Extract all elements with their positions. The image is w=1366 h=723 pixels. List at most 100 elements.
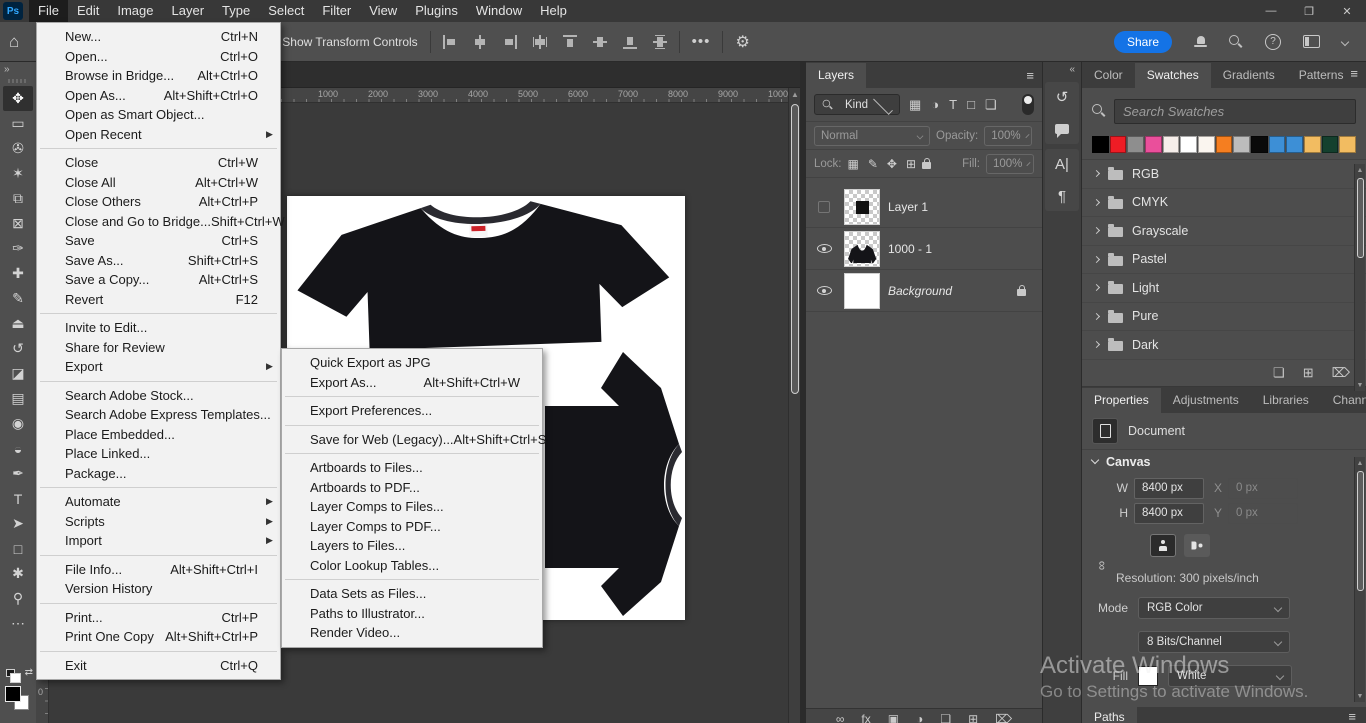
menu-item[interactable]: Share for Review — [37, 338, 280, 358]
menu-item[interactable] — [282, 449, 542, 458]
menu-item[interactable]: Close All Alt+Ctrl+W — [37, 173, 280, 193]
layers-footer-icon[interactable]: fx — [861, 712, 870, 723]
comments-panel-icon[interactable] — [1055, 119, 1069, 139]
layers-footer-icon[interactable]: ◑ — [916, 712, 923, 723]
layer-row[interactable]: 1000 - 1 — [806, 228, 1042, 270]
height-field[interactable]: 8400 px — [1134, 503, 1204, 524]
menu-item[interactable]: Save a Copy... Alt+Ctrl+S — [37, 270, 280, 290]
menu-item[interactable]: Search Adobe Express Templates... — [37, 405, 280, 425]
menubar-item[interactable]: Window — [467, 0, 531, 22]
menu-item[interactable]: Print... Ctrl+P — [37, 608, 280, 628]
search-icon[interactable] — [1229, 35, 1243, 49]
new-group-icon[interactable]: ❏ — [1273, 365, 1285, 381]
lock-pixels-icon[interactable]: ✎ — [868, 157, 878, 171]
menu-item[interactable]: Package... — [37, 464, 280, 484]
lasso-tool[interactable]: ✇ — [3, 136, 33, 161]
visibility-eye-icon[interactable] — [817, 244, 832, 253]
swatches-tab[interactable]: Gradients — [1211, 63, 1287, 88]
color-swatch[interactable] — [1163, 136, 1180, 153]
menu-item[interactable]: Exit Ctrl+Q — [37, 656, 280, 676]
new-swatch-icon[interactable]: ⊞ — [1303, 365, 1314, 381]
visibility-eye-icon[interactable] — [817, 286, 832, 295]
healing-brush-tool[interactable]: ✚ — [3, 261, 33, 286]
menubar-item[interactable]: Help — [531, 0, 576, 22]
menu-item[interactable]: Revert F12 — [37, 290, 280, 310]
align-right-icon[interactable] — [503, 35, 517, 49]
menu-item[interactable]: Search Adobe Stock... — [37, 386, 280, 406]
color-swatch[interactable] — [1180, 136, 1197, 153]
color-swatch[interactable] — [1145, 136, 1162, 153]
menu-item[interactable]: Quick Export as JPG — [282, 353, 542, 373]
color-swatch[interactable] — [1127, 136, 1144, 153]
chevron-right-icon[interactable] — [1093, 227, 1100, 234]
layer-thumbnail[interactable] — [844, 189, 880, 225]
move-tool[interactable]: ✥ — [3, 86, 33, 111]
color-swatch[interactable] — [1251, 136, 1268, 153]
chevron-right-icon[interactable] — [1093, 313, 1100, 320]
tab-layers[interactable]: Layers — [806, 63, 866, 88]
menu-item[interactable]: Close Ctrl+W — [37, 153, 280, 173]
layers-footer-icon[interactable]: ❏ — [940, 712, 951, 723]
menu-item[interactable]: Open... Ctrl+O — [37, 47, 280, 67]
show-transform-controls[interactable]: Show Transform Controls — [265, 35, 417, 49]
layers-footer-icon[interactable]: ⊞ — [968, 712, 978, 723]
layers-footer-icon[interactable]: ▣ — [888, 712, 899, 723]
menu-item[interactable]: Render Video... — [282, 623, 542, 643]
history-panel-icon[interactable]: ↺ — [1056, 87, 1069, 107]
layer-row[interactable]: Layer 1 — [806, 186, 1042, 228]
menu-item[interactable] — [37, 144, 280, 153]
chevron-down-icon[interactable] — [1341, 37, 1349, 45]
chevron-right-icon[interactable] — [1093, 256, 1100, 263]
color-swatch[interactable] — [1269, 136, 1286, 153]
menu-item[interactable]: Layer Comps to Files... — [282, 497, 542, 517]
menu-item[interactable]: Close and Go to Bridge... Shift+Ctrl+W — [37, 212, 280, 232]
menubar-item[interactable]: File — [29, 0, 68, 22]
panel-menu-icon[interactable]: ≡ — [1338, 707, 1366, 723]
menu-item[interactable]: Save Ctrl+S — [37, 231, 280, 251]
panel-menu-icon[interactable]: ≡ — [1342, 66, 1366, 86]
eyedropper-tool[interactable]: ✑ — [3, 236, 33, 261]
menu-item[interactable]: Export Preferences... — [282, 401, 542, 421]
menu-item[interactable]: Scripts ▶ — [37, 512, 280, 532]
menu-item[interactable]: Artboards to PDF... — [282, 478, 542, 498]
notifications-bell-icon[interactable] — [1194, 36, 1207, 48]
link-dimensions-icon[interactable]: ∞ — [1095, 561, 1110, 570]
gear-icon[interactable]: ⚙ — [735, 32, 749, 52]
menu-item[interactable]: Close Others Alt+Ctrl+P — [37, 192, 280, 212]
filter-pixel-icon[interactable]: ▦ — [909, 97, 921, 113]
menu-item[interactable] — [37, 647, 280, 656]
scrollbar-thumb[interactable] — [791, 104, 799, 394]
path-selection-tool[interactable]: ➤ — [3, 511, 33, 536]
menubar-item[interactable]: Image — [108, 0, 162, 22]
color-swatch[interactable] — [1233, 136, 1250, 153]
scroll-up-icon[interactable]: ▲ — [789, 88, 800, 101]
menubar-item[interactable]: Layer — [163, 0, 214, 22]
edit-toolbar[interactable]: ⋯ — [3, 611, 33, 636]
share-button[interactable]: Share — [1114, 31, 1172, 53]
pen-tool[interactable]: ✒ — [3, 461, 33, 486]
history-brush-tool[interactable]: ↺ — [3, 336, 33, 361]
menubar-item[interactable]: Select — [259, 0, 313, 22]
swatches-tab[interactable]: Color — [1082, 63, 1135, 88]
close-button[interactable]: ✕ — [1328, 0, 1366, 22]
layer-thumbnail[interactable] — [844, 231, 880, 267]
color-swatch[interactable] — [1092, 136, 1109, 153]
width-field[interactable]: 8400 px — [1134, 478, 1204, 499]
menu-item[interactable] — [282, 421, 542, 430]
menu-item[interactable]: Data Sets as Files... — [282, 584, 542, 604]
layers-footer-icon[interactable]: ∞ — [836, 712, 845, 723]
foreground-color-swatch[interactable] — [5, 686, 21, 702]
swatch-group-row[interactable]: Dark — [1082, 331, 1366, 360]
color-swatch[interactable] — [1110, 136, 1127, 153]
distribute-horizontal-icon[interactable] — [533, 35, 547, 49]
color-swatch[interactable] — [1322, 136, 1339, 153]
swatches-scrollbar[interactable]: ▲ ▼ — [1354, 164, 1365, 391]
rectangle-tool[interactable]: □ — [3, 536, 33, 561]
distribute-vertical-icon[interactable] — [653, 35, 667, 49]
menu-item[interactable]: Export As... Alt+Shift+Ctrl+W — [282, 373, 542, 393]
menu-item[interactable] — [37, 599, 280, 608]
menu-item[interactable] — [37, 483, 280, 492]
blend-mode-dropdown[interactable]: Normal — [814, 126, 930, 146]
filter-shape-icon[interactable]: □ — [967, 97, 975, 113]
bit-depth-dropdown[interactable]: 8 Bits/Channel — [1138, 631, 1290, 653]
